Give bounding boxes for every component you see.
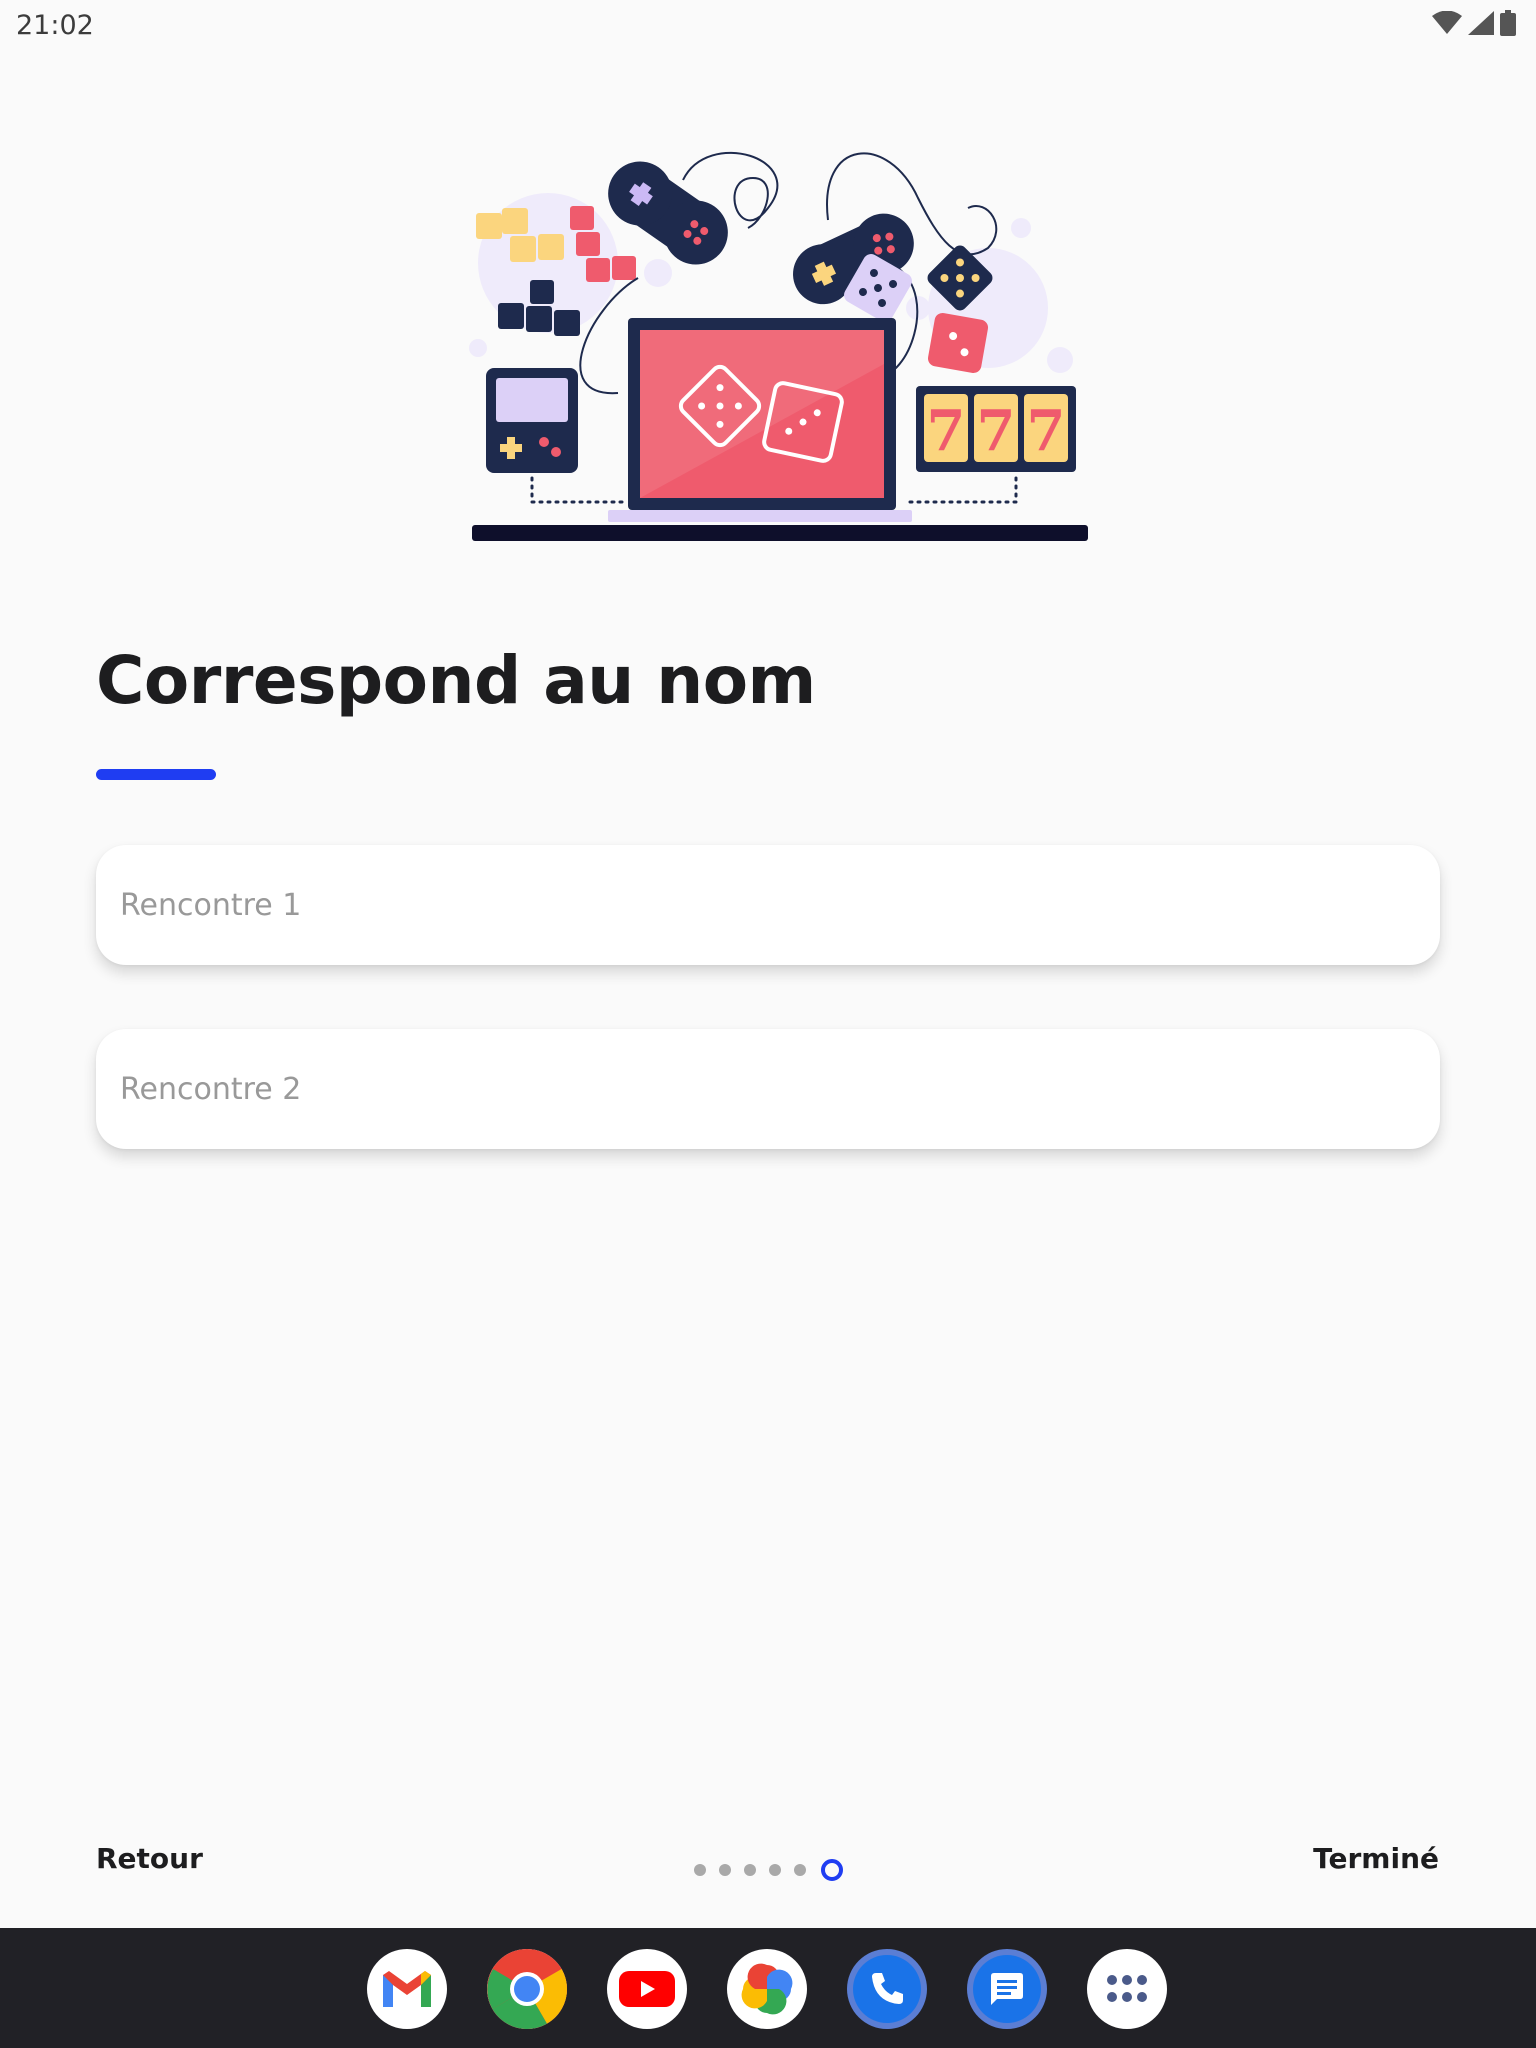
slot-digit: 7 <box>977 398 1016 464</box>
title-underline <box>96 769 216 780</box>
status-bar: 21:02 <box>0 0 1536 50</box>
phone-icon <box>853 1955 921 2023</box>
match-1-input[interactable] <box>120 845 1410 965</box>
page-dot <box>794 1864 806 1876</box>
page-title: Correspond au nom <box>96 642 816 719</box>
taskbar <box>0 1928 1536 2048</box>
page-indicator <box>694 1859 843 1881</box>
status-icons <box>1432 10 1516 36</box>
done-button[interactable]: Terminé <box>1313 1842 1439 1875</box>
page-dot <box>694 1864 706 1876</box>
match-2-input[interactable] <box>120 1029 1410 1149</box>
photos-app[interactable] <box>727 1949 807 2029</box>
handheld-console-icon <box>486 368 578 473</box>
status-time: 21:02 <box>16 10 94 41</box>
match-1-field[interactable] <box>96 845 1440 965</box>
phone-app[interactable] <box>847 1949 927 2029</box>
signal-icon <box>1468 11 1494 35</box>
youtube-icon <box>619 1971 675 2007</box>
slot-digit: 7 <box>1027 398 1066 464</box>
page-dot <box>769 1864 781 1876</box>
gmail-app[interactable] <box>367 1949 447 2029</box>
photos-icon <box>741 1963 793 2015</box>
messages-icon <box>973 1955 1041 2023</box>
app-drawer-icon <box>1107 1975 1147 2002</box>
app-drawer[interactable] <box>1087 1949 1167 2029</box>
page-dot-active <box>821 1859 843 1881</box>
app-dock <box>367 1949 1167 2029</box>
wifi-icon <box>1432 11 1462 34</box>
messages-app[interactable] <box>967 1949 1047 2029</box>
games-illustration: 7 7 7 <box>468 138 1092 548</box>
chrome-app[interactable] <box>487 1949 567 2029</box>
laptop-icon <box>608 318 912 522</box>
back-button[interactable]: Retour <box>96 1842 203 1875</box>
slot-digit: 7 <box>927 398 966 464</box>
gmail-icon <box>383 1971 431 2007</box>
chrome-icon <box>487 1949 567 2029</box>
battery-icon <box>1500 10 1516 36</box>
youtube-app[interactable] <box>607 1949 687 2029</box>
dice-icon <box>927 312 989 374</box>
slot-machine-icon: 7 7 7 <box>916 386 1076 472</box>
page-dot <box>719 1864 731 1876</box>
page-dot <box>744 1864 756 1876</box>
match-2-field[interactable] <box>96 1029 1440 1149</box>
